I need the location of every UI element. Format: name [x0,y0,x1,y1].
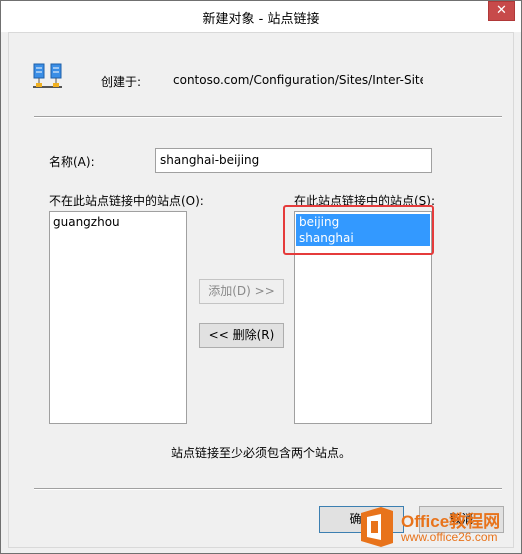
dialog-body: 创建于: contoso.com/Configuration/Sites/Int… [8,32,514,548]
title-bar[interactable]: 新建对象 - 站点链接 ✕ [1,1,521,32]
dialog-window: 新建对象 - 站点链接 ✕ 创建于: contoso.com/Configura… [0,0,522,554]
sites-in-link-list[interactable]: beijing shanghai [294,211,432,424]
minimum-sites-note: 站点链接至少必须包含两个站点。 [170,446,351,460]
window-title: 新建对象 - 站点链接 [202,12,320,27]
name-input[interactable]: shanghai-beijing [155,148,432,173]
site-link-icon [33,63,62,88]
close-button[interactable]: ✕ [488,1,515,21]
sites-not-in-link-list[interactable]: guangzhou [49,211,187,424]
list-item[interactable]: shanghai [296,230,430,246]
sites-not-in-link-label: 不在此站点链接中的站点(O): [49,194,204,208]
cancel-button[interactable]: 取消 [419,506,504,533]
separator [34,488,502,490]
add-button[interactable]: 添加(D) >> [199,279,284,304]
ok-button[interactable]: 确定 [319,506,404,533]
list-item[interactable]: guangzhou [50,214,186,230]
list-item[interactable]: beijing [296,214,430,230]
created-in-path: contoso.com/Configuration/Sites/Inter-Si… [173,73,423,87]
sites-in-link-label: 在此站点链接中的站点(S): [294,194,436,208]
created-in-label: 创建于: [101,75,142,89]
separator [34,116,502,118]
remove-button[interactable]: << 删除(R) [199,323,284,348]
name-label: 名称(A): [49,155,95,169]
